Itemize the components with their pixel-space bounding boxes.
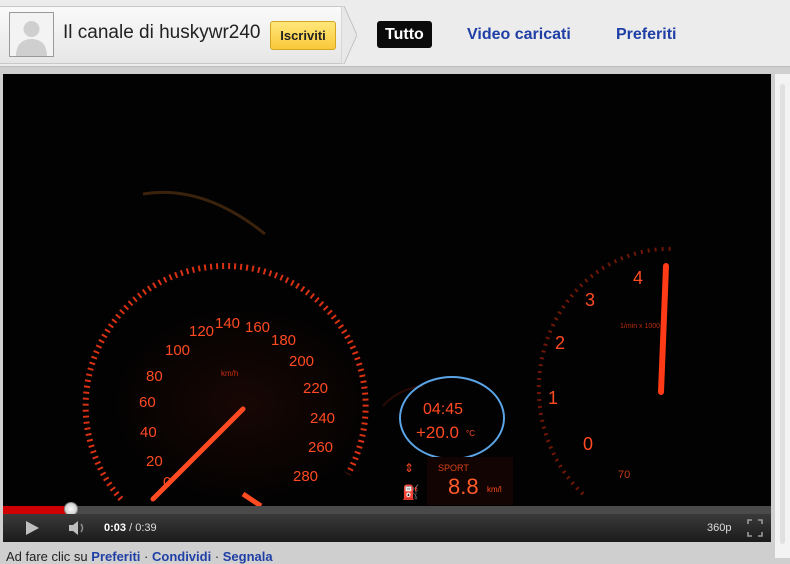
- tab-favorites[interactable]: Preferiti: [616, 21, 676, 48]
- subscribe-button[interactable]: Iscriviti: [270, 21, 336, 50]
- video-frame[interactable]: 0 20 40 60 80 100 120 140 160 180 200 22…: [3, 74, 771, 506]
- fuel-pump-icon: ⛽: [402, 484, 419, 501]
- volume-icon: [69, 521, 84, 535]
- time-display: 0:03 / 0:39: [104, 514, 157, 542]
- tach-tick: 2: [555, 333, 565, 353]
- info-prefix: Ad fare clic su: [6, 549, 88, 564]
- tach-tick: 4: [633, 268, 643, 288]
- speed-tick: 280: [293, 468, 318, 485]
- tab-all[interactable]: Tutto: [377, 21, 432, 48]
- fullscreen-button[interactable]: [743, 514, 767, 542]
- tach-tick: 3: [585, 290, 595, 310]
- speed-tick: 180: [271, 332, 296, 349]
- speed-tick: 100: [165, 342, 190, 359]
- share-link[interactable]: Condividi: [152, 549, 211, 564]
- player-controls: 0:03 / 0:39 360p: [3, 514, 771, 542]
- time-separator: /: [126, 522, 136, 534]
- fullscreen-icon: [747, 519, 763, 537]
- speed-tick: 80: [146, 368, 163, 385]
- temperature-unit: °C: [466, 429, 475, 438]
- speed-tick: 200: [289, 353, 314, 370]
- info-line: Ad fare clic su Preferiti · Condividi · …: [6, 549, 273, 564]
- right-scrollbar[interactable]: [774, 74, 790, 558]
- channel-header: Il canale di huskywr240 Iscriviti Tutto …: [0, 0, 790, 67]
- speed-tick: 20: [146, 453, 163, 470]
- temperature-text: +20.0: [416, 423, 459, 442]
- play-button[interactable]: [17, 514, 45, 542]
- sport-mode-text: SPORT: [438, 463, 469, 473]
- current-time: 0:03: [104, 522, 127, 534]
- speed-tick: 220: [303, 380, 328, 397]
- seek-bar-played: [3, 506, 71, 514]
- gauge-70-label: 70: [618, 469, 630, 481]
- speed-tick: 60: [139, 394, 156, 411]
- tach-tick: 0: [583, 434, 593, 454]
- channel-banner-arrow: [341, 6, 357, 64]
- clock-text: 04:45: [423, 401, 463, 418]
- gear-shift-icon: ⇕: [404, 461, 414, 475]
- tach-tick: 1: [548, 388, 558, 408]
- speed-tick: 120: [189, 323, 214, 340]
- report-link[interactable]: Segnala: [223, 549, 273, 564]
- speed-tick: 40: [140, 424, 157, 441]
- speed-tick: 240: [310, 410, 335, 427]
- scrollbar-thumb[interactable]: [780, 84, 785, 544]
- tab-uploaded-videos[interactable]: Video caricati: [467, 21, 571, 48]
- seek-bar[interactable]: [3, 502, 771, 516]
- volume-button[interactable]: [63, 514, 91, 542]
- duration: 0:39: [135, 522, 157, 534]
- consumption-unit: km/l: [487, 485, 502, 494]
- default-user-avatar-icon: [10, 13, 53, 56]
- speed-tick: 140: [215, 315, 240, 332]
- play-icon: [26, 521, 39, 535]
- video-player[interactable]: 0 20 40 60 80 100 120 140 160 180 200 22…: [3, 74, 771, 542]
- favorites-link[interactable]: Preferiti: [91, 549, 140, 564]
- channel-title[interactable]: Il canale di huskywr240: [63, 22, 261, 44]
- consumption-text: 8.8: [448, 474, 479, 499]
- speed-tick: 260: [308, 439, 333, 456]
- speed-tick: 160: [245, 319, 270, 336]
- avatar[interactable]: [9, 12, 54, 57]
- speed-unit: km/h: [221, 369, 238, 378]
- tach-unit: 1/min x 1000: [620, 323, 660, 330]
- quality-selector[interactable]: 360p: [707, 514, 731, 542]
